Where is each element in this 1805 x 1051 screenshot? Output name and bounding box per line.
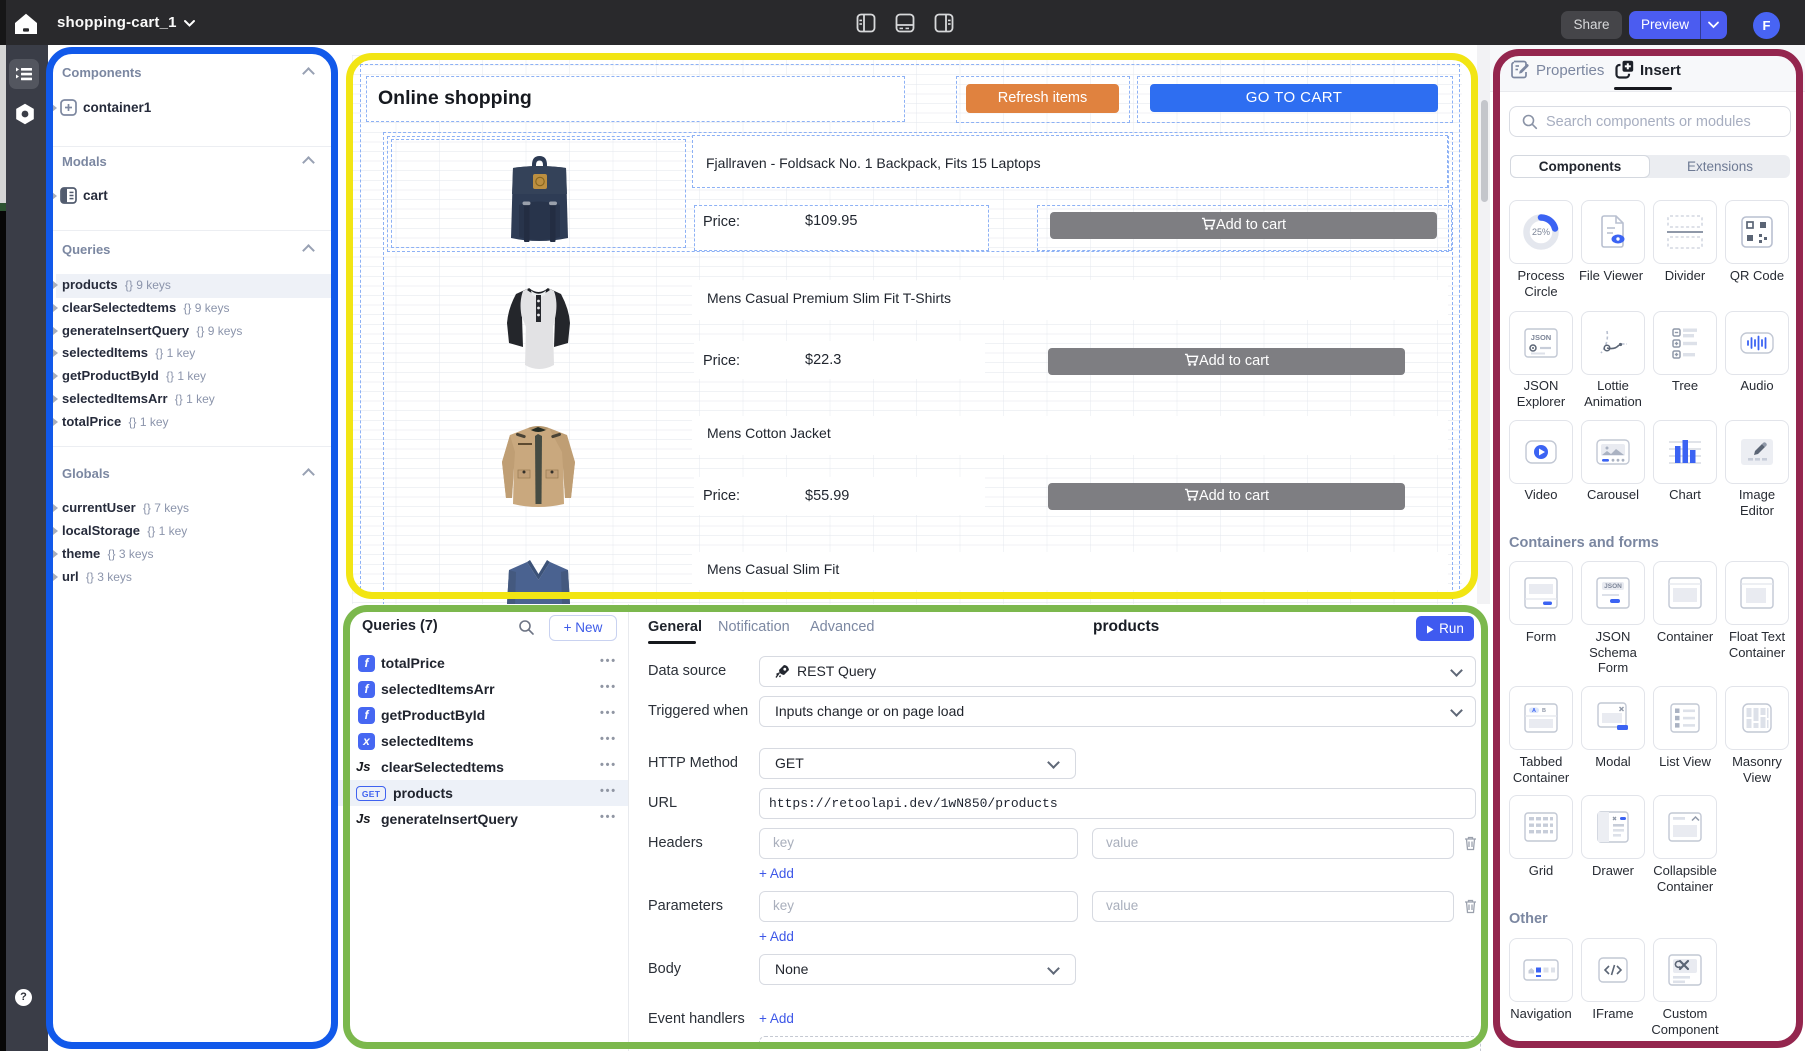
svg-text:A: A <box>1532 708 1536 714</box>
svg-text:JSON: JSON <box>1531 333 1551 342</box>
svg-text:B: B <box>1542 708 1546 714</box>
svg-text:25%: 25% <box>1532 227 1550 237</box>
svg-text:JSON: JSON <box>1604 583 1622 590</box>
